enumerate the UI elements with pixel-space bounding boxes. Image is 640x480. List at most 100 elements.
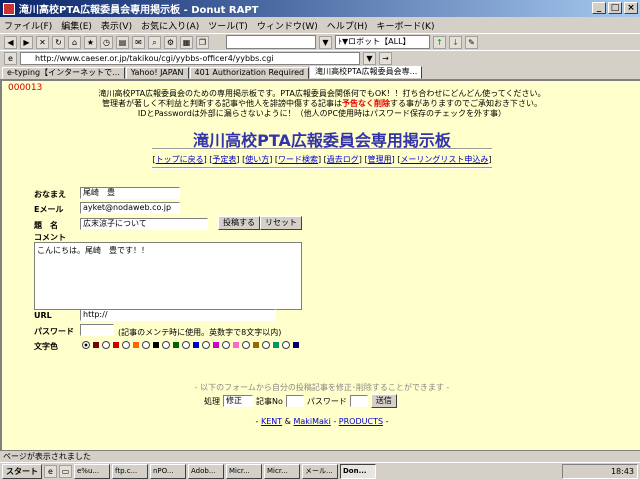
- page-icon: e: [4, 52, 17, 65]
- taskbar: スタート e ▭ e%u... ftp.c... nPO... Adob... …: [0, 462, 640, 480]
- edit-password-field[interactable]: [349, 395, 368, 407]
- address-dropdown-icon[interactable]: ▼: [363, 52, 376, 65]
- address-input[interactable]: http://www.caeser.or.jp/takikou/cgi/yybb…: [20, 52, 360, 65]
- mail-icon[interactable]: ✉: [132, 35, 145, 49]
- color-radio[interactable]: [142, 341, 150, 349]
- menu-help[interactable]: ヘルプ(H): [327, 19, 368, 32]
- menu-view[interactable]: 表示(V): [101, 19, 132, 32]
- options-icon[interactable]: ⚙: [164, 35, 177, 49]
- menu-window[interactable]: ウィンドウ(W): [257, 19, 318, 32]
- address-bar: e http://www.caeser.or.jp/takikou/cgi/yy…: [0, 50, 640, 66]
- nav-links: [トップに戻る] [予定表] [使い方] [ワード検索] [過去ログ] [管理用…: [152, 155, 492, 164]
- task-button-active[interactable]: Don...: [340, 464, 376, 479]
- start-button[interactable]: スタート: [2, 464, 42, 479]
- minimize-button[interactable]: _: [592, 2, 606, 14]
- task-button[interactable]: Micr...: [226, 464, 262, 479]
- window-title: 滝川高校PTA広報委員会専用掲示板 - Donut RAPT: [19, 5, 259, 16]
- article-no-label: 記事No: [256, 396, 283, 406]
- toolbar: ◀ ▶ ✕ ↻ ⌂ ★ ◷ ▤ ✉ ⌕ ⚙ ▦ ❐ ▼ ﾄ▼ロボット【ALL】 …: [0, 33, 640, 50]
- menu-file[interactable]: ファイル(F): [4, 19, 52, 32]
- search-icon[interactable]: ⌕: [148, 35, 161, 49]
- comment-textarea[interactable]: こんにちは。尾崎 豊です！！: [34, 242, 302, 310]
- history-icon[interactable]: ◷: [100, 35, 113, 49]
- color-radio[interactable]: [82, 341, 90, 349]
- print-icon[interactable]: ▤: [116, 35, 129, 49]
- back-icon[interactable]: ◀: [4, 35, 17, 49]
- link-kent[interactable]: KENT: [261, 417, 282, 426]
- robot-combo[interactable]: ﾄ▼ロボット【ALL】: [335, 35, 430, 49]
- stop-icon[interactable]: ✕: [36, 35, 49, 49]
- subject-field[interactable]: 広末涼子について: [80, 218, 208, 230]
- action-select[interactable]: 修正: [223, 395, 253, 407]
- tab-401[interactable]: 401 Authorization Required: [189, 67, 310, 79]
- send-button[interactable]: 送信: [370, 394, 397, 408]
- password-note: (記事のメンテ時に使用。英数字で8文字以内): [118, 328, 282, 337]
- go-icon[interactable]: →: [379, 52, 392, 65]
- down-arrow-icon[interactable]: ↓: [449, 35, 462, 49]
- email-field[interactable]: ayket@nodaweb.co.jp: [80, 202, 180, 214]
- menu-tools[interactable]: ツール(T): [208, 19, 248, 32]
- task-button[interactable]: Adob...: [188, 464, 224, 479]
- color-label: 文字色: [34, 342, 58, 351]
- color-radio[interactable]: [282, 341, 290, 349]
- link-makimaki[interactable]: MakiMaki: [293, 417, 330, 426]
- link-word-search[interactable]: ワード検索: [278, 155, 318, 164]
- submit-button[interactable]: 投稿する: [218, 216, 260, 230]
- task-button[interactable]: nPO...: [150, 464, 186, 479]
- link-products[interactable]: PRODUCTS: [339, 417, 383, 426]
- menu-keyboard[interactable]: キーボード(K): [377, 19, 435, 32]
- color-radio[interactable]: [202, 341, 210, 349]
- link-schedule[interactable]: 予定表: [212, 155, 236, 164]
- task-button[interactable]: ftp.c...: [112, 464, 148, 479]
- color-swatch: [193, 342, 199, 348]
- desktop-icon[interactable]: ▭: [59, 465, 72, 478]
- link-admin[interactable]: 管理用: [368, 155, 392, 164]
- intro-line-1: 滝川高校PTA広報委員会のための専用掲示板です。PTA広報委員会関係何でもOK！…: [98, 89, 546, 98]
- color-swatch: [173, 342, 179, 348]
- color-radio[interactable]: [262, 341, 270, 349]
- color-radio[interactable]: [222, 341, 230, 349]
- cascade-icon[interactable]: ❐: [196, 35, 209, 49]
- menu-favorites[interactable]: お気に入り(A): [141, 19, 199, 32]
- color-radio[interactable]: [122, 341, 130, 349]
- tab-etyping[interactable]: e-typing【インターネットで...: [2, 67, 125, 79]
- up-arrow-icon[interactable]: ↑: [433, 35, 446, 49]
- reset-button[interactable]: リセット: [260, 216, 302, 230]
- color-picker: [82, 341, 299, 349]
- app-icon: [3, 2, 15, 15]
- search-combo[interactable]: [226, 35, 316, 49]
- url-label: URL: [34, 311, 52, 320]
- close-button[interactable]: ×: [624, 2, 638, 14]
- color-radio[interactable]: [182, 341, 190, 349]
- task-button[interactable]: e%u...: [74, 464, 110, 479]
- link-mailing-list[interactable]: メーリングリスト申込み: [400, 155, 488, 164]
- home-icon[interactable]: ⌂: [68, 35, 81, 49]
- name-field[interactable]: 尾崎 豊: [80, 187, 180, 199]
- password-field[interactable]: [80, 324, 114, 336]
- menu-edit[interactable]: 編集(E): [61, 19, 92, 32]
- credits: - KENT & MakiMaki - PRODUCTS -: [255, 417, 389, 426]
- tab-yahoo[interactable]: Yahoo! JAPAN: [125, 67, 189, 79]
- tab-pta-board[interactable]: 滝川高校PTA広報委員会専...: [310, 66, 423, 79]
- search-go-icon[interactable]: ▼: [319, 35, 332, 49]
- task-button[interactable]: Micr...: [264, 464, 300, 479]
- article-no-field[interactable]: [285, 395, 304, 407]
- refresh-icon[interactable]: ↻: [52, 35, 65, 49]
- color-radio[interactable]: [162, 341, 170, 349]
- color-radio[interactable]: [102, 341, 110, 349]
- link-top[interactable]: トップに戻る: [156, 155, 204, 164]
- favorites-icon[interactable]: ★: [84, 35, 97, 49]
- menu-bar: ファイル(F) 編集(E) 表示(V) お気に入り(A) ツール(T) ウィンド…: [0, 17, 640, 33]
- link-past-log[interactable]: 過去ログ: [327, 155, 359, 164]
- tile-icon[interactable]: ▦: [180, 35, 193, 49]
- page-content: 000013 滝川高校PTA広報委員会のための専用掲示板です。PTA広報委員会関…: [0, 79, 640, 450]
- quicklaunch-icon[interactable]: e: [44, 465, 57, 478]
- name-label: おなまえ: [34, 190, 66, 199]
- pen-icon[interactable]: ✎: [465, 35, 478, 49]
- task-button[interactable]: メール...: [302, 464, 338, 479]
- link-howto[interactable]: 使い方: [245, 155, 269, 164]
- color-radio[interactable]: [242, 341, 250, 349]
- maximize-button[interactable]: □: [608, 2, 622, 14]
- url-field[interactable]: http://: [80, 309, 276, 321]
- forward-icon[interactable]: ▶: [20, 35, 33, 49]
